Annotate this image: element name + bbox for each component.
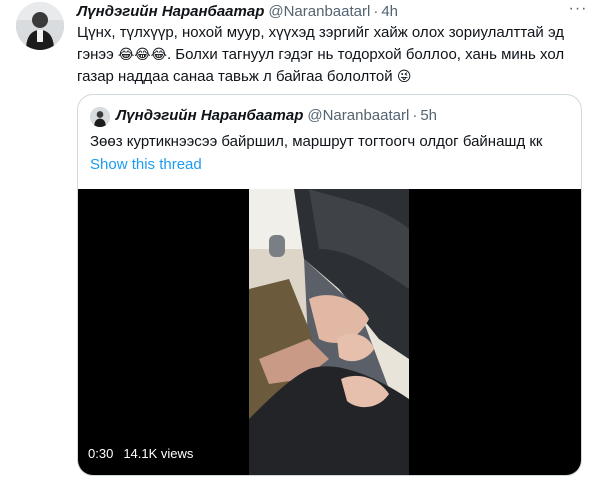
tweet-text-line-2: гэнээ 😂😂😂. Болхи тагнуул гэдэг нь тодорх… [77, 44, 592, 66]
tweet-text: Цүнх, түлхүүр, нохой муур, хүүхэд зэргий… [77, 22, 592, 88]
avatar-image [16, 2, 64, 50]
tweet-text-segment: газар наддаа санаа тавьж л байгаа бололт… [77, 68, 393, 85]
quoted-avatar[interactable] [90, 107, 110, 127]
quoted-time: 5h [420, 107, 438, 124]
quoted-tweet[interactable]: Лүндэгийн Наранбаатар @Naranbaatarl · 5h Зө… [77, 94, 582, 476]
author-handle[interactable]: @Naranbaatarl [268, 3, 370, 20]
separator-dot: · [412, 107, 418, 124]
quoted-text: Зөөз куртикнээсээ байршил, маршрут тогто… [90, 133, 543, 150]
more-icon[interactable]: ··· [568, 1, 588, 22]
video-thumbnail [249, 189, 409, 475]
video-frame-image [249, 189, 409, 475]
show-thread-link[interactable]: Show this thread [90, 155, 202, 175]
video-player[interactable]: 0:30 14.1K views [78, 189, 581, 475]
quoted-avatar-image [90, 107, 110, 127]
quoted-author-name: Лүндэгийн Наранбаатар [116, 107, 304, 124]
tweet-text-line-1: Цүнх, түлхүүр, нохой муур, хүүхэд зэргий… [77, 24, 565, 41]
tweet-time[interactable]: 4h [381, 3, 398, 20]
tweet-text-line-3: газар наддаа санаа тавьж л байгаа бололт… [77, 66, 592, 88]
video-views: 14.1K views [123, 446, 194, 461]
winking-tongue-emoji: 😜 [396, 69, 412, 85]
tweet[interactable]: Лүндэгийн Наранбаатар @Naranbaatarl · 4h ··… [0, 0, 606, 483]
tweet-header: Лүндэгийн Наранбаатар @Naranbaatarl · 4h [77, 2, 398, 22]
avatar[interactable] [16, 2, 64, 50]
tweet-text-segment: гэнээ [77, 46, 114, 63]
quoted-header: Лүндэгийн Наранбаатар @Naranbaatarl · 5h [116, 106, 437, 126]
separator-dot: · [373, 3, 379, 20]
tweet-text-segment: . Болхи тагнуул гэдэг нь тодорхой боллоо… [166, 46, 565, 63]
quoted-author-handle: @Naranbaatarl [307, 107, 410, 124]
video-info: 0:30 14.1K views [88, 446, 193, 462]
video-duration: 0:30 [88, 446, 114, 461]
author-name[interactable]: Лүндэгийн Наранбаатар [77, 3, 264, 20]
laughing-emoji: 😂😂😂 [117, 47, 167, 63]
